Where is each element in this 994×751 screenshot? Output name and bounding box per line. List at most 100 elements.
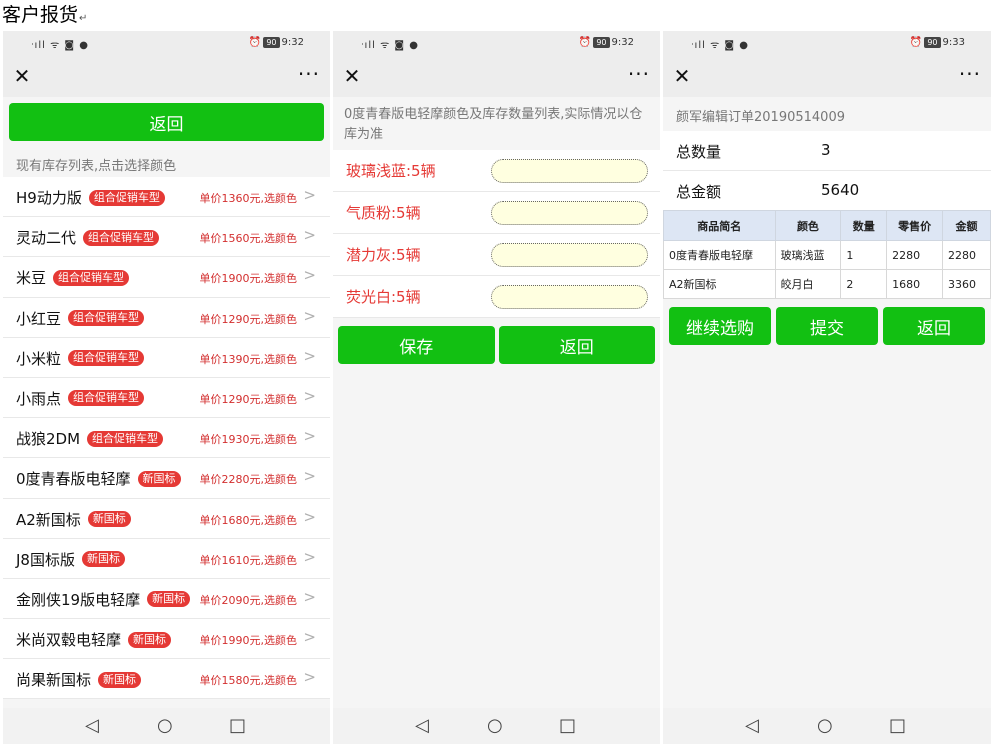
order-actions: 继续选购 提交 返回 (669, 307, 985, 345)
total-quantity-row: 总数量 3 (663, 131, 991, 171)
status-bar: ᐧıll ᯤ ◙ ● ⏰ 90 9:32 (3, 31, 330, 57)
list-item[interactable]: 灵动二代 组合促销车型 单价1560元,选颜色 > (3, 217, 330, 258)
save-button[interactable]: 保存 (338, 326, 495, 364)
stock-list-content: 返回 现有库存列表,点击选择颜色 H9动力版 组合促销车型 单价1360元,选颜色 >… (3, 97, 330, 708)
battery-icon: 90 (924, 37, 941, 48)
unit-price-link[interactable]: 单价1580元,选颜色 (200, 672, 298, 688)
unit-price-link[interactable]: 单价2090元,选颜色 (200, 592, 298, 608)
nav-back-icon[interactable]: ◁ (85, 715, 99, 737)
list-item[interactable]: 米尚双毂电轻摩 新国标 单价1990元,选颜色 > (3, 619, 330, 660)
nav-home-icon[interactable]: ○ (157, 715, 173, 737)
unit-price-link[interactable]: 单价1680元,选颜色 (200, 512, 298, 528)
status-bar: ᐧıll ᯤ ◙ ● ⏰ 90 9:32 (333, 31, 660, 57)
list-item[interactable]: H9动力版 组合促销车型 单价1360元,选颜色 > (3, 177, 330, 218)
quantity-input[interactable] (491, 285, 648, 309)
continue-shopping-button[interactable]: 继续选购 (669, 307, 771, 345)
table-cell: 2280 (942, 240, 991, 270)
app-navbar: ✕ ··· (3, 57, 330, 97)
quantity-input[interactable] (491, 243, 648, 267)
unit-price-link[interactable]: 单价1930元,选颜色 (200, 431, 298, 447)
unit-price-link[interactable]: 单价1610元,选颜色 (200, 552, 298, 568)
quantity-input[interactable] (491, 201, 648, 225)
chevron-right-icon: > (303, 306, 316, 325)
order-edit-content: 颜军编辑订单20190514009 总数量 3 总金额 5640 商品简名 颜色数… (663, 97, 991, 708)
table-body: 0度青春版电轻摩 玻璃浅蓝 1 2280 2280 A2新国标 皎月白 2 1680 3360 (663, 240, 991, 299)
product-name: 尚果新国标 (16, 671, 92, 690)
promo-tag-badge: 组合促销车型 (83, 229, 160, 246)
unit-price-link[interactable]: 单价1290元,选颜色 (200, 311, 298, 327)
unit-price-link[interactable]: 单价1560元,选颜色 (200, 230, 298, 246)
product-name-wrap: 0度青春版电轻摩 新国标 (16, 468, 181, 489)
product-name-wrap: 米豆 组合促销车型 (16, 267, 130, 288)
list-item[interactable]: 小红豆 组合促销车型 单价1290元,选颜色 > (3, 298, 330, 338)
product-name-wrap: 小米粒 组合促销车型 (16, 348, 145, 369)
battery-icon: 90 (263, 37, 280, 48)
back-button[interactable]: 返回 (498, 326, 655, 364)
quantity-input[interactable] (491, 159, 648, 183)
color-row: 气质粉:5辆 (333, 192, 660, 234)
color-select-content: 0度青春版电轻摩颜色及库存数量列表,实际情况以仓库为准 玻璃浅蓝:5辆 气质粉:5… (333, 97, 660, 708)
chevron-right-icon: > (303, 628, 316, 647)
list-item[interactable]: 尚果新国标 新国标 单价1580元,选颜色 > (3, 659, 330, 700)
more-icon[interactable]: ··· (628, 63, 650, 85)
phone-screen-color-select: ᐧıll ᯤ ◙ ● ⏰ 90 9:32 ✕ ··· 0度青春版电轻摩颜色及库存数量… (333, 31, 660, 744)
list-item[interactable]: A2新国标 新国标 单价1680元,选颜色 > (3, 499, 330, 539)
nav-recent-icon[interactable]: □ (889, 715, 906, 737)
total-amount-row: 总金额 5640 (663, 171, 991, 211)
system-nav-bar: ◁ ○ □ (3, 708, 330, 744)
column-header: 数量 (840, 210, 888, 241)
list-item[interactable]: J8国标版 新国标 单价1610元,选颜色 > (3, 539, 330, 579)
close-icon[interactable]: ✕ (671, 65, 693, 87)
system-nav-bar: ◁ ○ □ (333, 708, 660, 744)
unit-price-link[interactable]: 单价1290元,选颜色 (200, 391, 298, 407)
nav-recent-icon[interactable]: □ (559, 715, 576, 737)
nav-back-icon[interactable]: ◁ (745, 715, 759, 737)
phone-screen-order-edit: ᐧıll ᯤ ◙ ● ⏰ 90 9:33 ✕ ··· 颜军编辑订单201905140… (663, 31, 991, 744)
list-item[interactable]: 战狼2DM 组合促销车型 单价1930元,选颜色 > (3, 418, 330, 459)
unit-price-link[interactable]: 单价1360元,选颜色 (200, 190, 298, 206)
nav-home-icon[interactable]: ○ (817, 715, 833, 737)
table-cell: 2280 (886, 240, 944, 270)
nav-back-icon[interactable]: ◁ (415, 715, 429, 737)
nav-recent-icon[interactable]: □ (229, 715, 246, 737)
list-item[interactable]: 金刚侠19版电轻摩 新国标 单价2090元,选颜色 > (3, 579, 330, 620)
promo-tag-badge: 组合促销车型 (68, 350, 145, 367)
unit-price-link[interactable]: 单价1990元,选颜色 (200, 632, 298, 648)
total-quantity-label: 总数量 (676, 143, 722, 161)
column-header: 商品简名 (663, 210, 776, 241)
table-cell: 皎月白 (774, 269, 842, 299)
table-cell: A2新国标 (663, 269, 776, 299)
list-item[interactable]: 米豆 组合促销车型 单价1900元,选颜色 > (3, 257, 330, 298)
product-name: 米豆 (16, 269, 47, 288)
color-stock-label: 气质粉:5辆 (346, 204, 421, 222)
unit-price-link[interactable]: 单价1900元,选颜色 (200, 270, 298, 286)
color-stock-label: 潜力灰:5辆 (346, 246, 421, 264)
product-name: 战狼2DM (16, 430, 81, 449)
product-name-wrap: 灵动二代 组合促销车型 (16, 227, 160, 248)
promo-tag-badge: 组合促销车型 (87, 430, 164, 447)
color-stock-label: 玻璃浅蓝:5辆 (346, 162, 436, 180)
unit-price-link[interactable]: 单价1390元,选颜色 (200, 351, 298, 367)
more-icon[interactable]: ··· (959, 63, 981, 85)
close-icon[interactable]: ✕ (341, 65, 363, 87)
alarm-icon: ⏰ (248, 37, 262, 48)
nav-home-icon[interactable]: ○ (487, 715, 503, 737)
back-button[interactable]: 返回 (883, 307, 985, 345)
back-button[interactable]: 返回 (9, 103, 324, 141)
submit-button[interactable]: 提交 (776, 307, 878, 345)
total-quantity-value: 3 (821, 141, 831, 159)
table-cell: 1 (840, 240, 888, 270)
list-item[interactable]: 0度青春版电轻摩 新国标 单价2280元,选颜色 > (3, 458, 330, 499)
unit-price-link[interactable]: 单价2280元,选颜色 (200, 471, 298, 487)
chevron-right-icon: > (303, 507, 316, 526)
more-icon[interactable]: ··· (298, 63, 320, 85)
column-header: 金额 (942, 210, 991, 241)
total-amount-label: 总金额 (676, 183, 722, 201)
list-item[interactable]: 小雨点 组合促销车型 单价1290元,选颜色 > (3, 378, 330, 419)
list-item[interactable]: 小米粒 组合促销车型 单价1390元,选颜色 > (3, 338, 330, 378)
close-icon[interactable]: ✕ (11, 65, 33, 87)
document-title-text: 客户报货 (2, 4, 79, 26)
product-name-wrap: J8国标版 新国标 (16, 549, 125, 570)
signal-icons: ᐧıll ᯤ ◙ ● (361, 40, 419, 51)
product-name: J8国标版 (16, 550, 75, 569)
